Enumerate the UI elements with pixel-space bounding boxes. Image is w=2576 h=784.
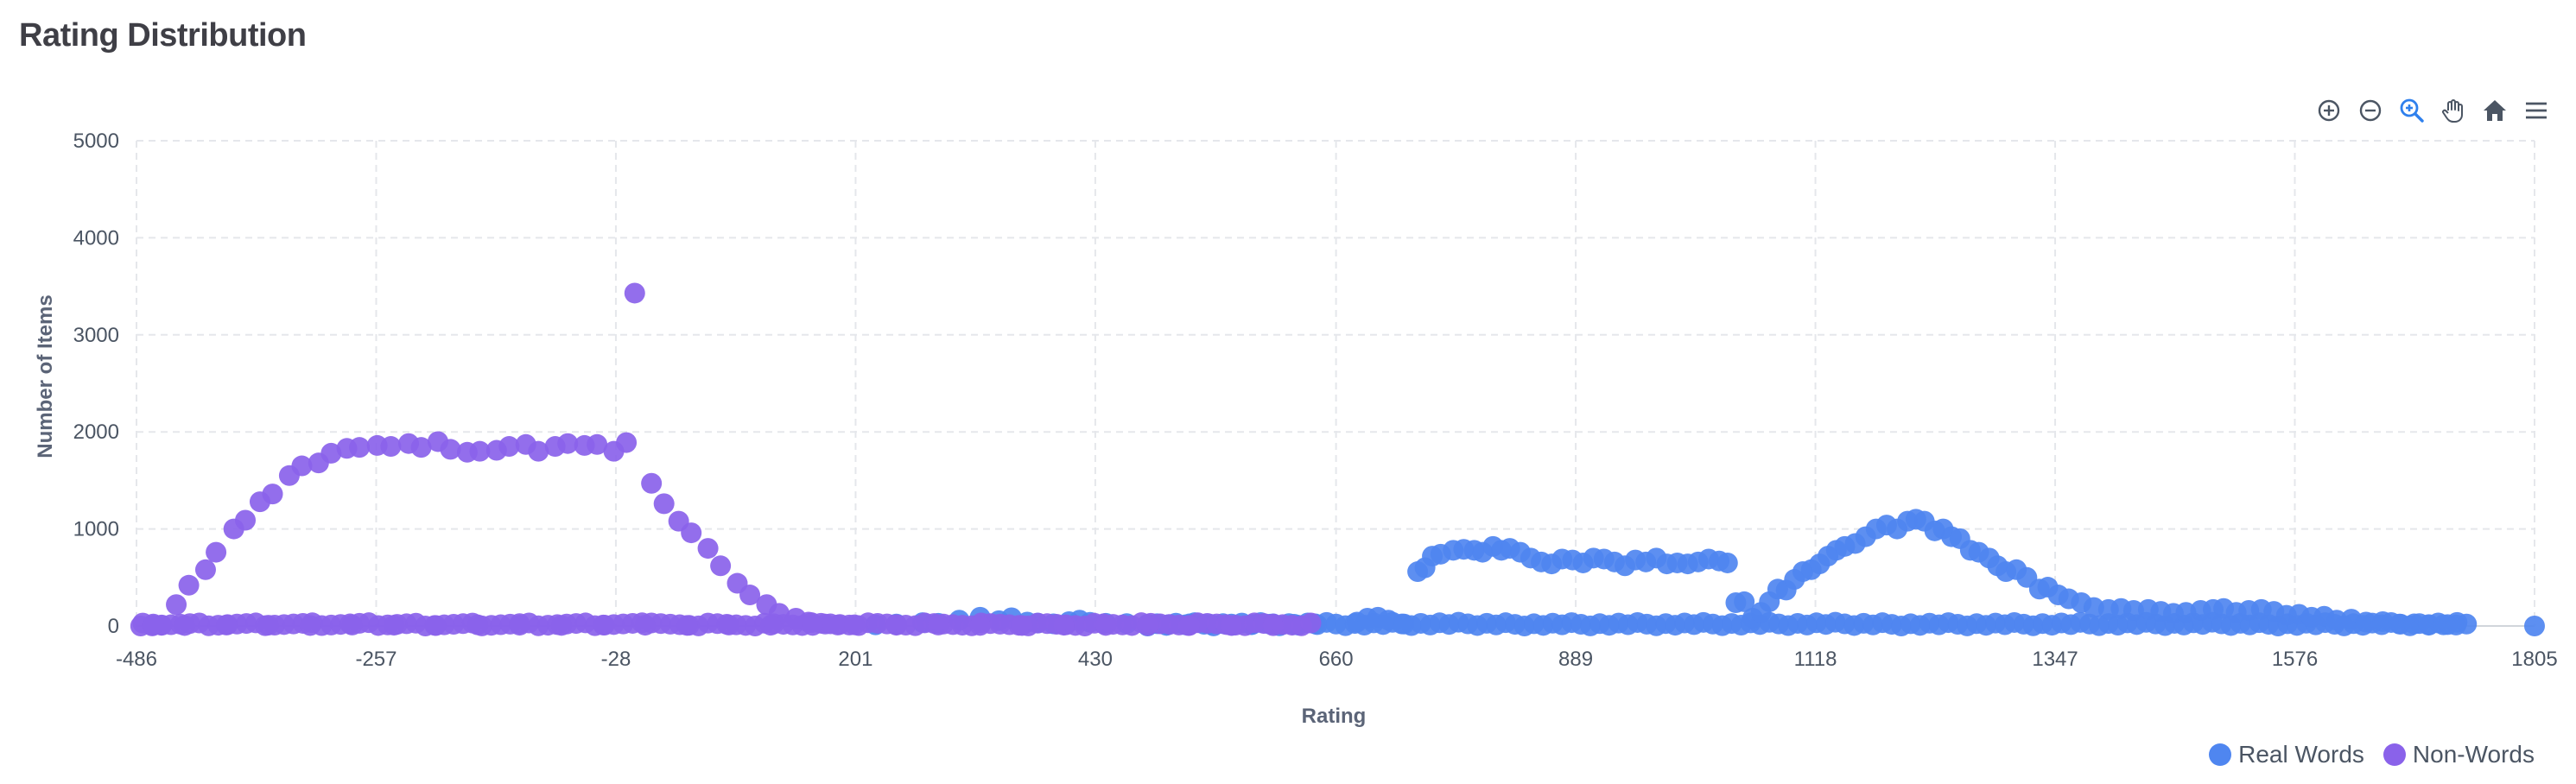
x-tick-label: 660 [1319, 648, 1354, 671]
chart-legend: Real Words Non-Words [2209, 741, 2535, 768]
x-tick-label: 1805 [2511, 648, 2557, 671]
y-tick-label: 1000 [73, 518, 119, 541]
y-axis-label: Number of Items [34, 294, 57, 458]
non-words-point[interactable] [194, 559, 216, 580]
non-words-point[interactable] [760, 615, 782, 636]
non-words-point[interactable] [380, 436, 402, 458]
y-tick-label: 5000 [73, 130, 119, 153]
non-words-point[interactable] [216, 614, 238, 635]
legend-item-real-words[interactable]: Real Words [2209, 741, 2364, 768]
non-words-point[interactable] [143, 615, 164, 636]
non-words-point[interactable] [206, 541, 227, 563]
non-words-point[interactable] [300, 615, 321, 636]
y-tick-label: 4000 [73, 226, 119, 250]
non-words-point[interactable] [624, 282, 645, 304]
non-words-point[interactable] [1137, 615, 1158, 636]
non-words-point[interactable] [928, 614, 949, 635]
y-tick-label: 2000 [73, 420, 119, 444]
non-words-point[interactable] [802, 615, 823, 636]
non-words-point[interactable] [262, 484, 283, 505]
non-words-point[interactable] [1178, 615, 1200, 636]
non-words-point[interactable] [616, 432, 638, 453]
non-words-point[interactable] [718, 614, 739, 635]
non-words-point[interactable] [425, 615, 447, 636]
y-tick-label: 0 [108, 615, 119, 638]
non-words-point[interactable] [257, 615, 279, 636]
x-tick-label: 201 [838, 648, 872, 671]
x-tick-label: 430 [1078, 648, 1113, 671]
non-words-point[interactable] [341, 614, 363, 635]
non-words-point[interactable] [178, 574, 200, 596]
non-words-point[interactable] [681, 522, 702, 544]
y-axis-ticks: 0 1000 2000 3000 4000 5000 [73, 130, 119, 638]
non-words-point[interactable] [969, 615, 991, 636]
non-words-point[interactable] [710, 555, 732, 577]
x-tick-label: 1347 [2032, 648, 2078, 671]
non-words-point[interactable] [634, 615, 656, 636]
non-words-point[interactable] [1262, 615, 1284, 636]
non-words-point[interactable] [550, 615, 572, 636]
x-tick-label: -257 [355, 648, 397, 671]
non-words-point[interactable] [235, 509, 257, 531]
x-tick-label: -486 [116, 648, 157, 671]
non-words-point[interactable] [676, 615, 698, 636]
real-words-point[interactable] [1716, 552, 1738, 573]
x-tick-label: 1576 [2272, 648, 2318, 671]
non-words-point[interactable] [1300, 612, 1322, 634]
x-tick-label: -28 [601, 648, 631, 671]
non-words-point[interactable] [885, 615, 907, 636]
non-words-point[interactable] [697, 538, 719, 560]
non-words-point[interactable] [1221, 615, 1242, 636]
real-words-point[interactable] [2446, 614, 2467, 635]
non-words-point[interactable] [1053, 615, 1075, 636]
scatter-chart: 0 1000 2000 3000 4000 5000 -486 -257 -28 201 430 6… [34, 130, 2558, 728]
legend-item-non-words[interactable]: Non-Words [2382, 741, 2535, 768]
non-words-point[interactable] [509, 615, 530, 636]
non-words-point[interactable] [174, 615, 195, 636]
non-words-point[interactable] [1012, 615, 1033, 636]
non-words-point[interactable] [641, 472, 663, 494]
chart-grid [136, 140, 2535, 627]
non-words-point[interactable] [384, 615, 405, 636]
x-tick-label: 889 [1558, 648, 1593, 671]
legend-real-words-marker [2209, 743, 2232, 766]
non-words-point[interactable] [166, 594, 187, 616]
legend-non-words-label: Non-Words [2412, 741, 2535, 768]
non-words-point[interactable] [653, 493, 675, 515]
non-words-point[interactable] [349, 437, 371, 458]
non-words-point[interactable] [593, 614, 614, 635]
chart-points [130, 282, 2545, 636]
x-axis-label: Rating [1302, 705, 1367, 728]
y-tick-label: 3000 [73, 324, 119, 347]
non-words-point[interactable] [1095, 615, 1117, 636]
real-words-point[interactable] [2524, 616, 2545, 636]
legend-non-words-marker [2382, 743, 2406, 766]
x-tick-label: 1118 [1794, 648, 1837, 671]
non-words-point[interactable] [844, 614, 866, 635]
real-words-point[interactable] [1393, 613, 1415, 635]
legend-real-words-label: Real Words [2238, 741, 2364, 768]
non-words-point[interactable] [467, 614, 489, 635]
x-axis-ticks: -486 -257 -28 201 430 660 889 1118 1347 1576 1805 [116, 648, 2558, 671]
